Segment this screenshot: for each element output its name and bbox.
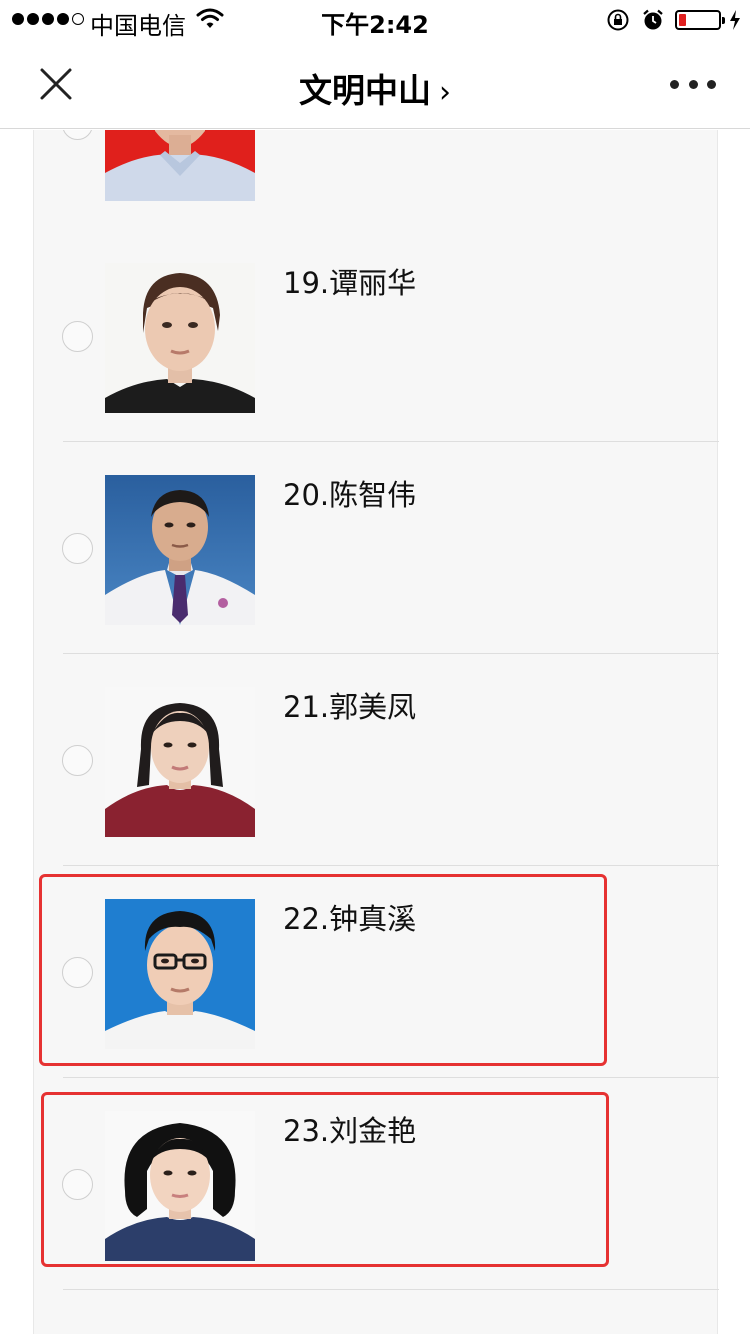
candidate-name: 23.刘金艳: [283, 1114, 417, 1148]
more-icon[interactable]: [670, 76, 716, 92]
charging-icon: [730, 10, 740, 30]
candidate-list: 19.谭丽华 20.陈智伟 21.郭美凤 22.钟真溪 23.刘金艳: [0, 130, 750, 1334]
select-radio[interactable]: [62, 533, 93, 564]
list-item: [34, 130, 719, 230]
list-item[interactable]: 21.郭美凤: [34, 654, 719, 866]
select-radio[interactable]: [62, 321, 93, 352]
candidate-name: 20.陈智伟: [283, 478, 417, 512]
status-bar: 中国电信 下午2:42: [0, 0, 750, 40]
candidate-photo: [105, 1111, 255, 1261]
status-time: 下午2:42: [321, 11, 429, 39]
orientation-lock-icon: [607, 9, 629, 31]
candidate-name: 19.谭丽华: [283, 266, 417, 300]
candidate-photo: [105, 263, 255, 413]
row-divider: [63, 1289, 719, 1290]
candidate-photo: [105, 899, 255, 1049]
page-title[interactable]: 文明中山 ›: [0, 64, 750, 112]
select-radio[interactable]: [62, 957, 93, 988]
list-item[interactable]: 19.谭丽华: [34, 230, 719, 442]
list-item[interactable]: 20.陈智伟: [34, 442, 719, 654]
candidate-photo: [105, 687, 255, 837]
nav-bar: 文明中山 ›: [0, 40, 750, 129]
battery-icon: [675, 10, 725, 30]
select-radio[interactable]: [62, 745, 93, 776]
candidate-name: 22.钟真溪: [283, 902, 417, 936]
candidate-photo: [105, 475, 255, 625]
page-title-text: 文明中山: [299, 71, 431, 110]
select-radio[interactable]: [62, 130, 93, 140]
alarm-icon: [643, 9, 663, 30]
list-panel: 19.谭丽华 20.陈智伟 21.郭美凤 22.钟真溪 23.刘金艳: [33, 130, 719, 1334]
candidate-photo: [105, 130, 255, 201]
list-item[interactable]: 23.刘金艳: [34, 1078, 719, 1290]
candidate-name: 21.郭美凤: [283, 690, 417, 724]
chevron-right-icon: ›: [439, 75, 451, 110]
select-radio[interactable]: [62, 1169, 93, 1200]
list-item[interactable]: 22.钟真溪: [34, 866, 719, 1078]
